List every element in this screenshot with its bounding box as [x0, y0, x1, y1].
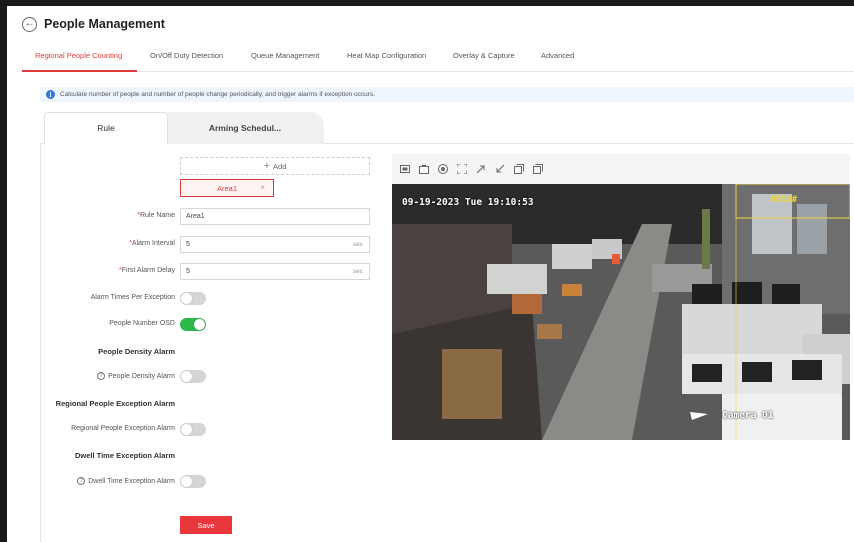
alarm-times-toggle[interactable]: [180, 292, 206, 305]
first-alarm-delay-label: *First Alarm Delay: [118, 267, 175, 274]
first-alarm-delay-input[interactable]: 5 sec: [180, 263, 370, 280]
tab-heat-map-configuration[interactable]: Heat Map Configuration: [347, 51, 426, 60]
regional-exception-alarm-label: Regional People Exception Alarm: [71, 425, 175, 432]
first-alarm-delay-unit: sec: [352, 268, 363, 275]
draw-area-icon[interactable]: [400, 164, 410, 174]
record-icon[interactable]: [438, 164, 448, 174]
sub-tab-bar: Arming Schedul... Rule: [40, 112, 854, 144]
plus-icon: +: [263, 160, 271, 172]
tab-overlay-capture[interactable]: Overlay & Capture: [453, 51, 515, 60]
people-density-alarm-label: ? People Density Alarm: [97, 372, 175, 380]
rule-name-label: *Rule Name: [137, 212, 175, 219]
people-osd-toggle[interactable]: [180, 318, 206, 331]
save-button[interactable]: Save: [180, 516, 232, 534]
camera-name: Camera 01: [722, 410, 774, 421]
tab-on-off-duty-detection[interactable]: On/Off Duty Detection: [150, 51, 223, 60]
info-icon: i: [46, 90, 55, 99]
people-osd-label: People Number OSD: [109, 320, 175, 327]
tab-regional-people-counting[interactable]: Regional People Counting: [35, 51, 122, 60]
back-circle-icon[interactable]: ←: [22, 16, 37, 32]
alarm-interval-label: *Alarm Interval: [129, 240, 175, 247]
active-tab-indicator: [22, 70, 137, 72]
add-label: Add: [273, 161, 287, 171]
dwell-time-section: Dwell Time Exception Alarm: [74, 451, 175, 460]
main-tab-bar: Regional People Counting On/Off Duty Det…: [22, 44, 854, 72]
dwell-time-alarm-label: ? Dwell Time Exception Alarm: [77, 477, 175, 485]
tab-advanced[interactable]: Advanced: [541, 51, 574, 60]
help-icon: ?: [77, 477, 86, 485]
zoom-out-icon[interactable]: [495, 164, 505, 174]
page-title: People Management: [44, 17, 165, 31]
alarm-times-label: Alarm Times Per Exception: [90, 294, 175, 301]
osd-label: #OSD#: [770, 195, 798, 205]
info-banner: i Calculate number of people and number …: [40, 87, 854, 102]
dwell-time-alarm-toggle[interactable]: [180, 475, 206, 488]
video-toolbar: [392, 154, 850, 184]
sub-tab-rule[interactable]: Rule: [44, 112, 168, 144]
help-icon: ?: [97, 372, 106, 380]
clear-icon[interactable]: [419, 164, 429, 174]
close-icon[interactable]: ×: [260, 183, 265, 192]
zoom-in-icon[interactable]: [476, 164, 486, 174]
live-video-view[interactable]: 09-19-2023 Tue 19:10:53 #OSD# Camera 01: [392, 184, 850, 440]
window-frame-top: [0, 0, 854, 6]
copy-icon[interactable]: [514, 164, 524, 174]
rule-name-input[interactable]: Area1: [180, 208, 370, 225]
people-density-alarm-toggle[interactable]: [180, 370, 206, 383]
people-density-section: People Density Alarm: [98, 347, 175, 356]
regional-exception-section: Regional People Exception Alarm: [55, 399, 175, 408]
fullscreen-icon[interactable]: [457, 164, 467, 174]
area-tag-label: Area1: [216, 183, 237, 193]
window-frame-left: [0, 0, 7, 542]
video-timestamp: 09-19-2023 Tue 19:10:53: [402, 197, 534, 208]
paste-icon[interactable]: [533, 164, 543, 174]
page-header: ← People Management: [22, 14, 165, 34]
tab-queue-management[interactable]: Queue Management: [251, 51, 319, 60]
area-tag[interactable]: Area1 ×: [180, 179, 274, 197]
regional-exception-alarm-toggle[interactable]: [180, 423, 206, 436]
add-area-button[interactable]: + Add: [180, 157, 370, 175]
sub-tab-arming-schedule[interactable]: Arming Schedul...: [166, 112, 324, 144]
office-scene-image: [392, 184, 850, 440]
alarm-interval-unit: sec: [352, 241, 363, 248]
alarm-interval-input[interactable]: 5 sec: [180, 236, 370, 253]
info-text: Calculate number of people and number of…: [60, 91, 375, 98]
